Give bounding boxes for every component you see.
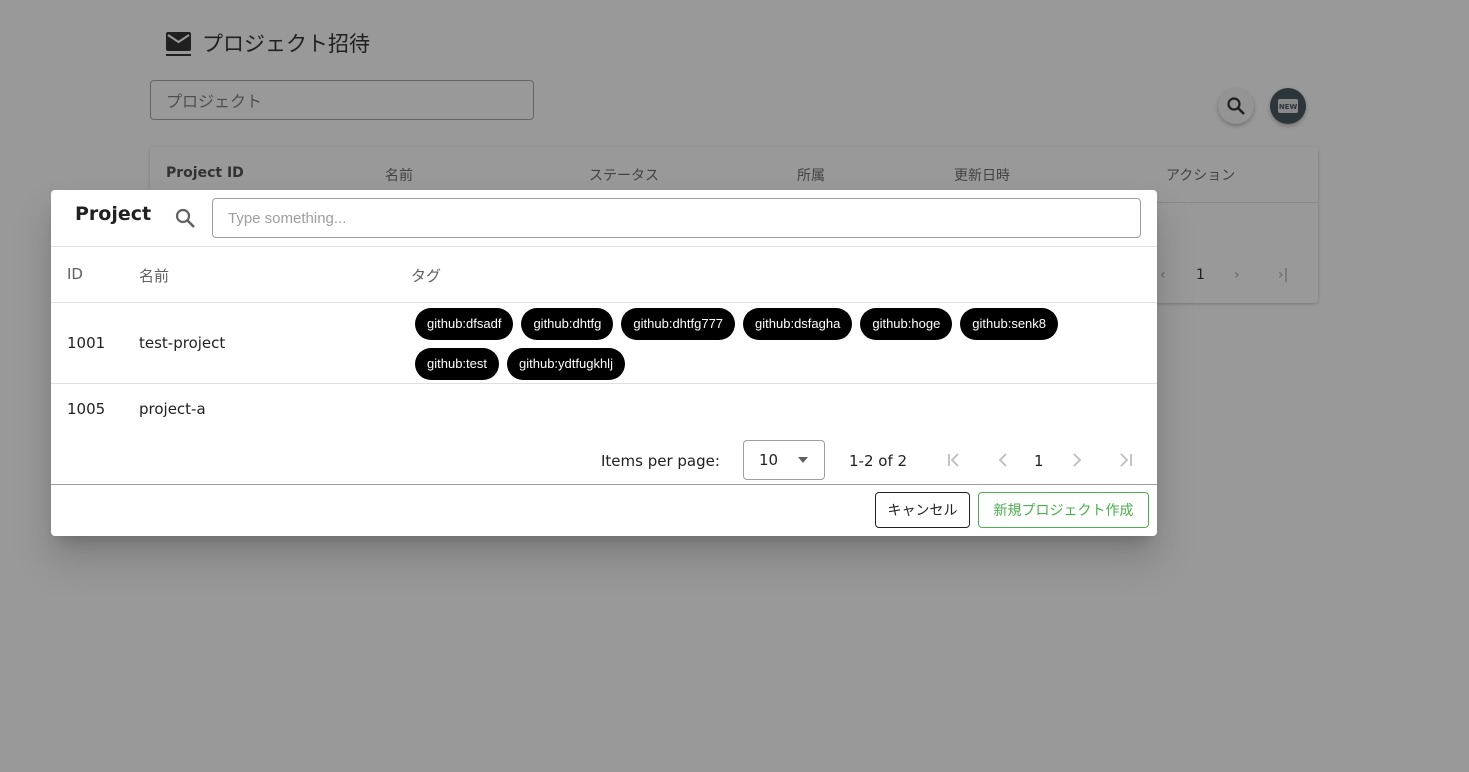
dialog-header: Project bbox=[51, 190, 1157, 247]
header-id: ID bbox=[67, 265, 83, 283]
caret-down-icon bbox=[798, 457, 808, 463]
project-select-dialog: Project ID 名前 タグ 1001 test-project githu… bbox=[51, 190, 1157, 536]
last-page-icon[interactable] bbox=[1112, 447, 1138, 473]
table-row[interactable]: 1005 project-a bbox=[51, 384, 1157, 434]
search-icon bbox=[175, 208, 195, 228]
create-project-button[interactable]: 新規プロジェクト作成 bbox=[978, 492, 1149, 528]
dialog-table-header: ID 名前 タグ bbox=[51, 247, 1157, 303]
cancel-button[interactable]: キャンセル bbox=[875, 492, 970, 528]
pagination-range: 1-2 of 2 bbox=[849, 452, 908, 470]
prev-page-icon[interactable] bbox=[990, 447, 1016, 473]
dialog-title: Project bbox=[75, 203, 152, 225]
current-page: 1 bbox=[1034, 452, 1044, 470]
row-name: project-a bbox=[139, 400, 206, 418]
header-tags: タグ bbox=[411, 267, 442, 285]
dialog-actions: キャンセル 新規プロジェクト作成 bbox=[51, 486, 1157, 536]
tag-chip: github:dhtfg777 bbox=[621, 308, 736, 340]
header-name: 名前 bbox=[139, 267, 170, 285]
tag-chip: github:dsfagha bbox=[743, 308, 853, 340]
items-per-page-select[interactable]: 10 bbox=[743, 440, 825, 480]
tag-chip: github:ydtfugkhlj bbox=[507, 348, 625, 380]
pagination: Items per page: 10 1-2 of 2 1 bbox=[51, 438, 1157, 485]
tag-chip: github:test bbox=[415, 348, 499, 380]
table-row[interactable]: 1001 test-project github:dfsadf github:d… bbox=[51, 303, 1157, 384]
row-tags: github:dfsadf github:dhtfg github:dhtfg7… bbox=[415, 308, 1095, 380]
tag-chip: github:senk8 bbox=[960, 308, 1059, 340]
tag-chip: github:dhtfg bbox=[521, 308, 614, 340]
first-page-icon[interactable] bbox=[942, 447, 968, 473]
row-id: 1005 bbox=[67, 400, 106, 418]
dialog-search-input[interactable] bbox=[212, 198, 1141, 238]
row-id: 1001 bbox=[67, 334, 106, 352]
row-name: test-project bbox=[139, 334, 226, 352]
items-per-page-label: Items per page: bbox=[601, 452, 720, 470]
items-per-page-value: 10 bbox=[759, 451, 779, 469]
tag-chip: github:hoge bbox=[860, 308, 953, 340]
tag-chip: github:dfsadf bbox=[415, 308, 514, 340]
next-page-icon[interactable] bbox=[1064, 447, 1090, 473]
